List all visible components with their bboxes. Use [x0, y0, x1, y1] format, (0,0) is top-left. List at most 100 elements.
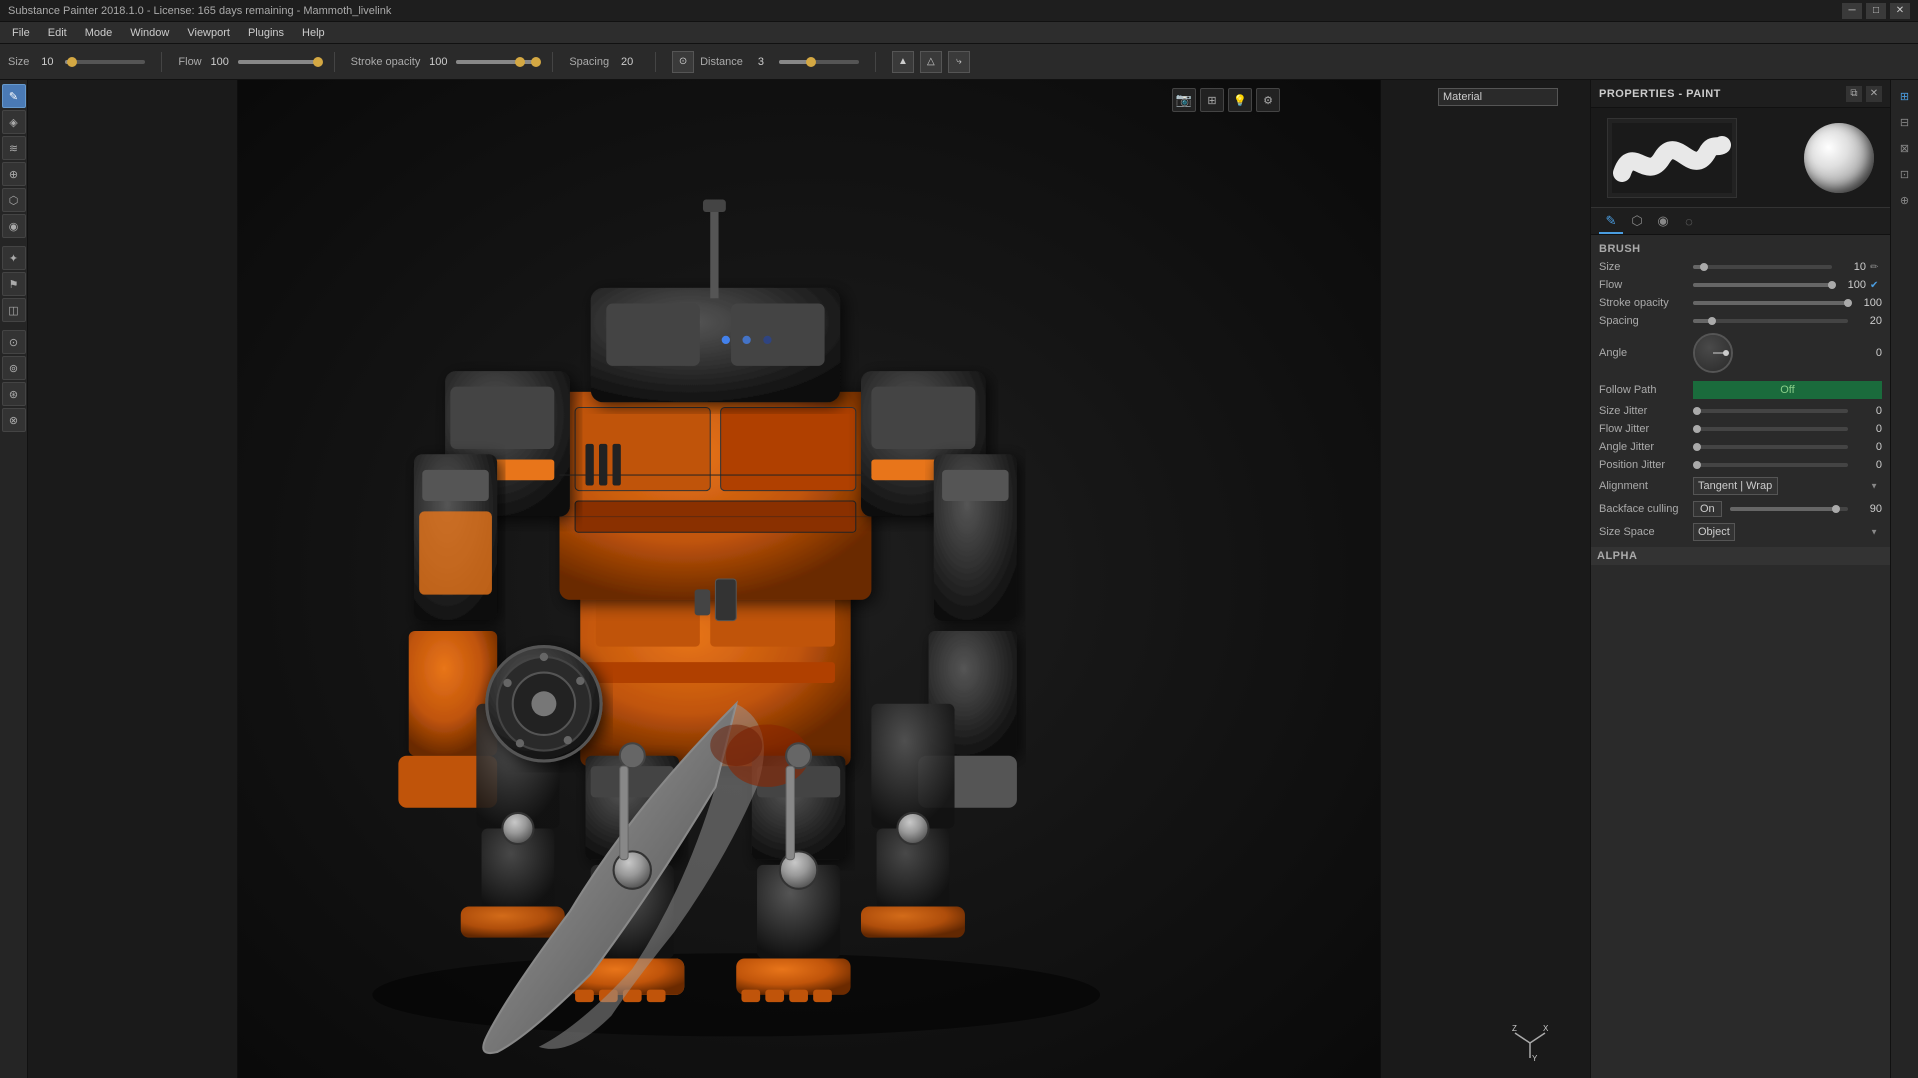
menu-bar: File Edit Mode Window Viewport Plugins H… [0, 22, 1918, 44]
transform-tool[interactable]: ✦ [2, 246, 26, 270]
size-prop-slider[interactable] [1693, 265, 1832, 269]
size-space-dropdown-wrapper: Object World UV ▼ [1693, 523, 1882, 541]
stroke-path-icon[interactable]: ⤷ [948, 51, 970, 73]
backface-slider[interactable] [1730, 507, 1848, 511]
history-panel-icon[interactable]: ⊡ [1893, 162, 1917, 186]
flow-slider[interactable] [238, 60, 318, 64]
size-space-select[interactable]: Object World UV [1693, 523, 1735, 541]
alignment-select[interactable]: Tangent | Wrap UV World [1693, 477, 1778, 495]
menu-plugins[interactable]: Plugins [240, 25, 292, 41]
menu-viewport[interactable]: Viewport [179, 25, 238, 41]
eraser-tool[interactable]: ◈ [2, 110, 26, 134]
viewport[interactable]: 📷 ⊞ 💡 ⚙ Material BaseColor Roughness Met… [28, 80, 1590, 1078]
grid-icon[interactable]: ⊞ [1200, 88, 1224, 112]
stroke-opacity-prop-label: Stroke opacity [1599, 297, 1689, 309]
flow-jitter-value: 0 [1852, 423, 1882, 435]
main-content: ✎ ◈ ≋ ⊕ ⬡ ◉ ✦ ⚑ ◫ ⊙ ⊚ ⊛ ⊗ [0, 80, 1918, 1078]
follow-path-btn[interactable]: Off [1693, 381, 1882, 399]
title-text: Substance Painter 2018.1.0 - License: 16… [8, 5, 391, 17]
distance-value: 3 [749, 56, 773, 68]
follow-path-label: Follow Path [1599, 384, 1689, 396]
separator-1 [161, 52, 162, 72]
stroke-opacity-label: Stroke opacity [351, 56, 421, 68]
flow-prop-slider[interactable] [1693, 283, 1832, 287]
viewport-render [28, 80, 1590, 1078]
coord-indicator: X Z Y [1510, 1023, 1550, 1066]
distance-slider[interactable] [779, 60, 859, 64]
angle-wheel[interactable] [1693, 333, 1733, 373]
light-icon[interactable]: 💡 [1228, 88, 1252, 112]
zoom-tool[interactable]: ⊚ [2, 356, 26, 380]
material-dropdown-container: Material BaseColor Roughness Metallic [1438, 88, 1558, 106]
settings-icon[interactable]: ⚙ [1256, 88, 1280, 112]
minimize-button[interactable]: ─ [1842, 3, 1862, 19]
effects-panel-icon[interactable]: ⊠ [1893, 136, 1917, 160]
camera-icon[interactable]: 📷 [1172, 88, 1196, 112]
size-slider[interactable] [65, 60, 145, 64]
follow-path-row: Follow Path Off [1599, 381, 1882, 399]
pan-tool[interactable]: ⊛ [2, 382, 26, 406]
fill-tool[interactable]: ⬡ [2, 188, 26, 212]
angle-section: Angle [1599, 333, 1882, 373]
menu-file[interactable]: File [4, 25, 38, 41]
rotate-tool[interactable]: ⊗ [2, 408, 26, 432]
stroke-opacity-group: Stroke opacity 100 [351, 56, 537, 68]
angle-jitter-value: 0 [1852, 441, 1882, 453]
lazy-mouse-btn[interactable]: ⊙ [672, 51, 694, 73]
angle-jitter-slider[interactable] [1693, 445, 1848, 449]
position-jitter-label: Position Jitter [1599, 459, 1689, 471]
menu-mode[interactable]: Mode [77, 25, 121, 41]
smear-tool[interactable]: ≋ [2, 136, 26, 160]
left-toolbar: ✎ ◈ ≋ ⊕ ⬡ ◉ ✦ ⚑ ◫ ⊙ ⊚ ⊛ ⊗ [0, 80, 28, 1078]
properties-expand-btn[interactable]: ⧉ [1846, 86, 1862, 102]
display-panel-icon[interactable]: ⊕ [1893, 188, 1917, 212]
blur-tool[interactable]: ◉ [2, 214, 26, 238]
stroke-opacity-prop-slider[interactable] [1693, 301, 1848, 305]
right-icons-strip: ⊞ ⊟ ⊠ ⊡ ⊕ [1890, 80, 1918, 1078]
stroke-up-icon[interactable]: ▲ [892, 51, 914, 73]
backface-culling-toggle[interactable]: On [1693, 501, 1722, 517]
flow-jitter-slider[interactable] [1693, 427, 1848, 431]
stroke-up-alt-icon[interactable]: △ [920, 51, 942, 73]
viewport-top-icons: 📷 ⊞ 💡 ⚙ [1172, 88, 1280, 112]
tab-brush[interactable]: ✎ [1599, 210, 1623, 234]
angle-row: Angle [1599, 333, 1882, 373]
paint-brush-tool[interactable]: ✎ [2, 84, 26, 108]
tab-material[interactable]: ⬡ [1625, 210, 1649, 234]
size-edit-icon[interactable]: ✏ [1870, 262, 1882, 273]
size-jitter-slider[interactable] [1693, 409, 1848, 413]
stroke-opacity-prop-value: 100 [1852, 297, 1882, 309]
menu-window[interactable]: Window [122, 25, 177, 41]
properties-close-btn[interactable]: ✕ [1866, 86, 1882, 102]
maximize-button[interactable]: □ [1866, 3, 1886, 19]
position-jitter-row: Position Jitter 0 [1599, 459, 1882, 471]
material-select[interactable]: Material BaseColor Roughness Metallic [1438, 88, 1558, 106]
alignment-dropdown-arrow: ▼ [1870, 482, 1878, 491]
menu-edit[interactable]: Edit [40, 25, 75, 41]
properties-panel: PROPERTIES - PAINT ⧉ ✕ [1591, 80, 1890, 1078]
size-row: Size 10 ✏ [1599, 261, 1882, 273]
measure-tool[interactable]: ◫ [2, 298, 26, 322]
angle-prop-label: Angle [1599, 347, 1689, 359]
spacing-prop-value: 20 [1852, 315, 1882, 327]
annotation-tool[interactable]: ⚑ [2, 272, 26, 296]
flow-prop-value: 100 [1836, 279, 1866, 291]
tab-extra[interactable]: ◌ [1677, 210, 1701, 234]
position-jitter-slider[interactable] [1693, 463, 1848, 467]
alpha-section-header[interactable]: ALPHA [1591, 547, 1890, 565]
close-button[interactable]: ✕ [1890, 3, 1910, 19]
layers-panel-icon[interactable]: ⊞ [1893, 84, 1917, 108]
flow-value-toolbar: 100 [208, 56, 232, 68]
tab-effects[interactable]: ◉ [1651, 210, 1675, 234]
menu-help[interactable]: Help [294, 25, 333, 41]
backface-culling-row: Backface culling On 90 [1599, 501, 1882, 517]
flow-label: Flow [178, 56, 201, 68]
texture-panel-icon[interactable]: ⊟ [1893, 110, 1917, 134]
stroke-opacity-slider[interactable] [456, 60, 536, 64]
view-tool[interactable]: ⊙ [2, 330, 26, 354]
stroke-opacity-row: Stroke opacity 100 [1599, 297, 1882, 309]
spacing-row: Spacing 20 [1599, 315, 1882, 327]
flow-check-icon[interactable]: ✔ [1870, 280, 1882, 291]
clone-tool[interactable]: ⊕ [2, 162, 26, 186]
spacing-prop-slider[interactable] [1693, 319, 1848, 323]
